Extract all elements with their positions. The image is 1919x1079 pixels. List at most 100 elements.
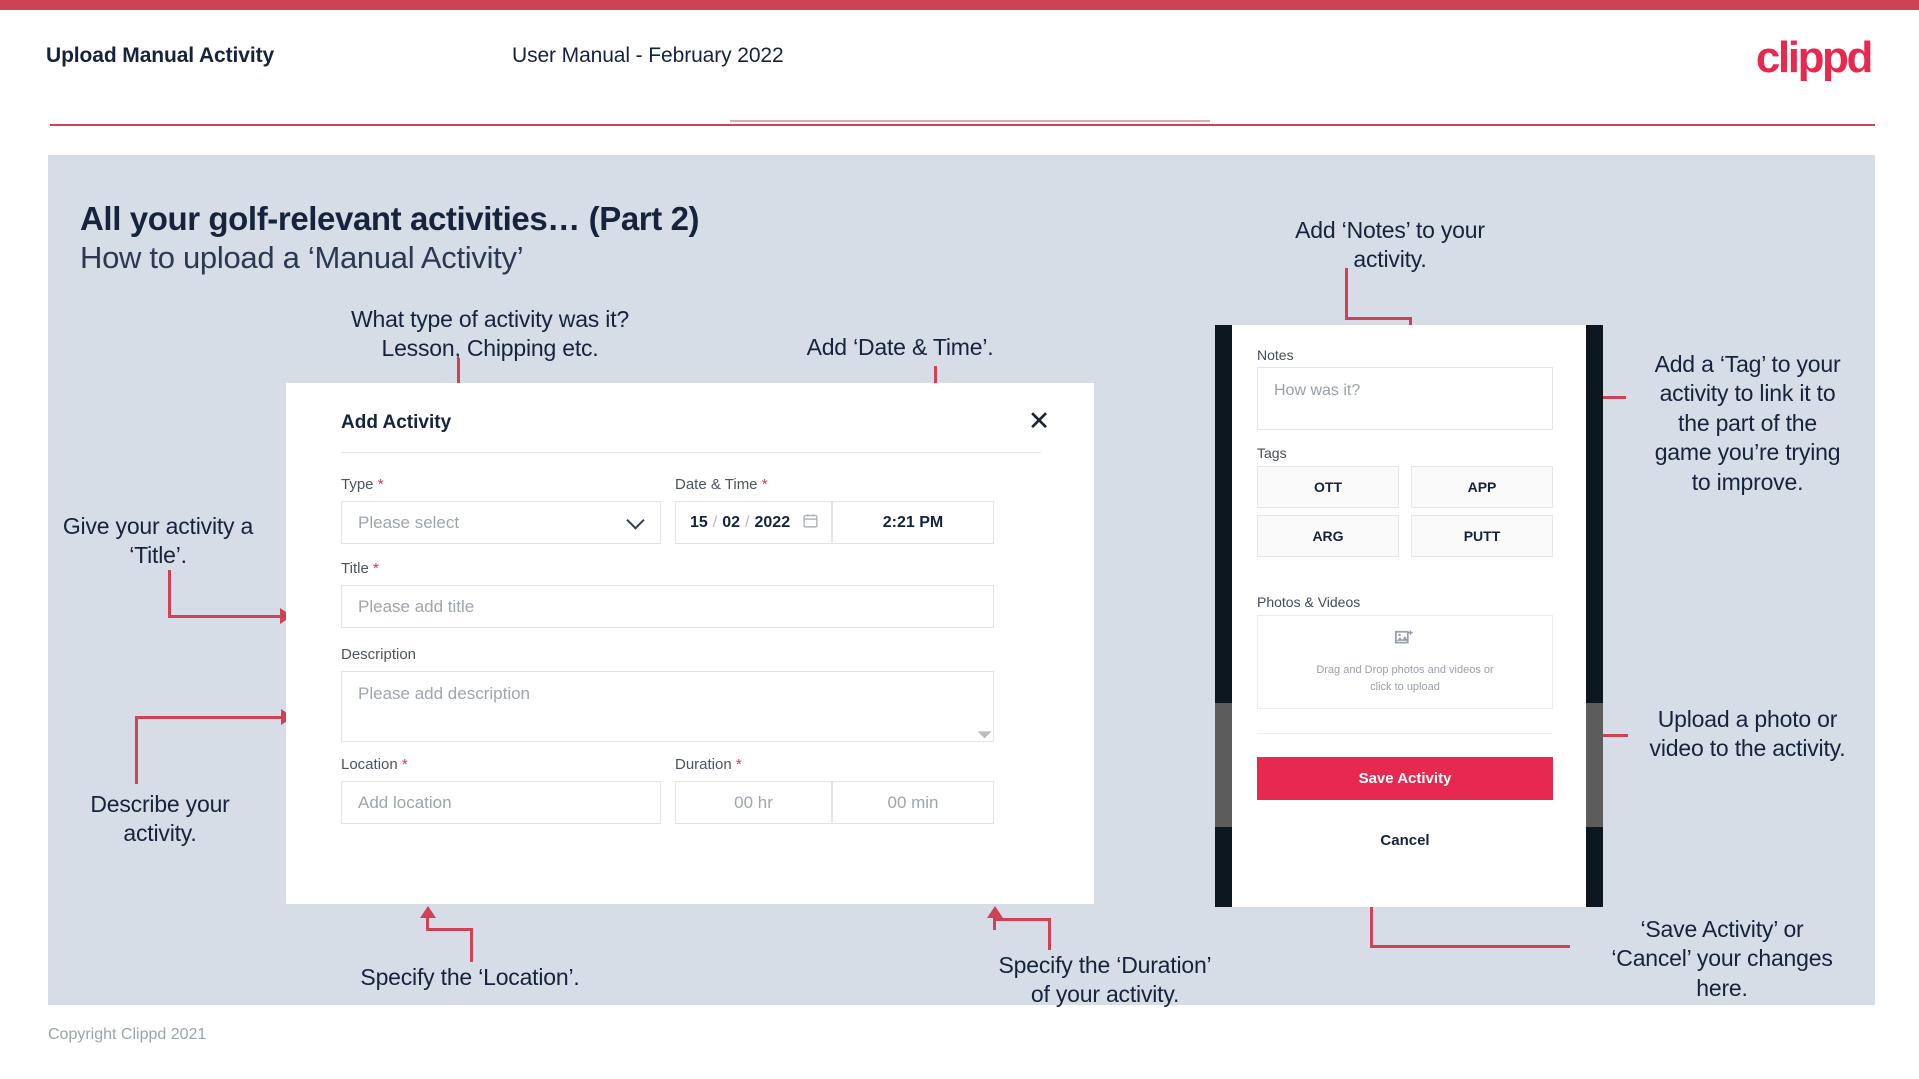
save-activity-label: Save Activity — [1358, 770, 1452, 787]
resize-handle-icon[interactable]: ◢ — [976, 722, 995, 740]
photos-hint-line1: Drag and Drop photos and videos or — [1316, 664, 1494, 677]
title-label: Title * — [341, 560, 379, 577]
description-label: Description — [341, 646, 416, 663]
connector-location-h — [426, 928, 473, 931]
date-input[interactable]: 15 / 02 / 2022 — [675, 501, 832, 544]
photos-dropzone[interactable]: Drag and Drop photos and videos or click… — [1257, 615, 1553, 709]
tag-label-arg: ARG — [1312, 528, 1344, 544]
photos-hint-line2: click to upload — [1370, 680, 1440, 693]
document-subtitle: User Manual - February 2022 — [512, 44, 784, 67]
location-required-mark: * — [401, 756, 408, 773]
type-label: Type * — [341, 476, 384, 493]
slide-heading: All your golf-relevant activities… (Part… — [80, 200, 700, 237]
date-day: 15 — [690, 513, 708, 531]
connector-desc-h — [135, 716, 285, 719]
close-icon[interactable]: ✕ — [1022, 404, 1056, 438]
save-activity-button[interactable]: Save Activity — [1257, 757, 1553, 800]
location-label-text: Location — [341, 756, 398, 773]
notes-placeholder: How was it? — [1274, 382, 1361, 399]
page-title: Upload Manual Activity — [46, 44, 275, 67]
date-sep-2: / — [745, 513, 750, 531]
copyright-text: Copyright Clippd 2021 — [48, 1026, 207, 1043]
clippd-logo: clippd — [1755, 33, 1874, 82]
phone-frame-left-segment — [1215, 703, 1232, 827]
annotation-tags: Add a ‘Tag’ to your activity to link it t… — [1654, 351, 1841, 495]
tag-label-putt: PUTT — [1463, 528, 1501, 544]
type-required-mark: * — [377, 476, 384, 493]
annotation-title: Give your activity a ‘Title’. — [62, 513, 254, 569]
phone-screen: Notes How was it? Tags OTT APP ARG PUTT … — [1232, 325, 1586, 907]
connector-title-v — [168, 570, 171, 617]
slide-page: Upload Manual Activity User Manual - Feb… — [0, 0, 1919, 1079]
top-accent-strip — [0, 0, 1919, 10]
connector-location-arrow — [420, 906, 436, 918]
date-time-label-text: Date & Time — [675, 476, 758, 493]
calendar-icon[interactable] — [802, 512, 819, 534]
notes-label: Notes — [1257, 347, 1294, 363]
annotation-type: What type of activity was it? Lesson, Chi… — [351, 306, 629, 362]
annotation-description: Describe your activity. — [90, 791, 230, 847]
duration-required-mark: * — [735, 756, 742, 773]
phone-frame-left — [1215, 325, 1232, 907]
connector-duration-h — [993, 918, 1051, 921]
annotation-date-time: Add ‘Date & Time’. — [806, 334, 994, 360]
date-sep-1: / — [712, 513, 718, 531]
tags-label: Tags — [1257, 445, 1287, 461]
connector-notes-h — [1345, 317, 1412, 320]
connector-desc-v — [135, 716, 138, 784]
annotation-photos: Upload a photo or video to the activity. — [1649, 706, 1846, 762]
title-label-text: Title — [341, 560, 369, 577]
date-time-required-mark: * — [761, 476, 768, 493]
phone-frame-right — [1586, 325, 1603, 907]
type-label-text: Type — [341, 476, 374, 493]
dialog-divider — [341, 452, 1041, 453]
phone-frame-right-segment — [1586, 703, 1603, 827]
tag-button-arg[interactable]: ARG — [1257, 515, 1399, 557]
description-textarea[interactable]: Please add description ◢ — [341, 671, 994, 742]
photos-label: Photos & Videos — [1257, 594, 1361, 610]
annotation-save-cancel: ‘Save Activity’ or ‘Cancel’ your changes h… — [1611, 916, 1833, 1001]
add-image-icon — [1394, 629, 1416, 655]
connector-location-v1 — [426, 917, 429, 930]
duration-label: Duration * — [675, 756, 742, 773]
duration-hours-input[interactable]: 00 hr — [675, 781, 832, 824]
tag-button-putt[interactable]: PUTT — [1411, 515, 1553, 557]
connector-duration-arrow — [987, 906, 1003, 918]
duration-minutes-value: 00 min — [887, 792, 939, 812]
description-label-text: Description — [341, 646, 417, 663]
connector-save-h — [1370, 945, 1570, 948]
tag-button-app[interactable]: APP — [1411, 466, 1553, 508]
duration-label-text: Duration — [675, 756, 732, 773]
tag-label-app: APP — [1467, 479, 1497, 495]
connector-title-h — [168, 615, 283, 618]
header-divider-light — [730, 120, 1210, 122]
connector-duration-v1 — [993, 917, 996, 930]
title-input[interactable]: Please add title — [341, 585, 994, 628]
header-divider — [50, 124, 1875, 126]
add-activity-dialog: Add Activity ✕ Type * Please select Date… — [286, 383, 1094, 904]
duration-minutes-input[interactable]: 00 min — [832, 781, 994, 824]
type-placeholder: Please select — [358, 512, 460, 532]
title-required-mark: * — [372, 560, 379, 577]
duration-hours-value: 00 hr — [734, 792, 773, 812]
description-placeholder: Please add description — [358, 684, 531, 703]
slide-subheading: How to upload a ‘Manual Activity’ — [80, 240, 524, 275]
location-placeholder: Add location — [358, 792, 452, 812]
type-select[interactable]: Please select — [341, 501, 661, 544]
chevron-down-icon — [626, 510, 645, 530]
cancel-button[interactable]: Cancel — [1257, 820, 1553, 860]
tag-label-ott: OTT — [1314, 479, 1342, 495]
time-value: 2:21 PM — [882, 513, 944, 531]
annotation-location: Specify the ‘Location’. — [360, 964, 580, 990]
date-time-label: Date & Time * — [675, 476, 768, 493]
date-month: 02 — [722, 513, 741, 531]
connector-duration-v2 — [1048, 920, 1051, 950]
dialog-title: Add Activity — [341, 412, 452, 433]
tag-button-ott[interactable]: OTT — [1257, 466, 1399, 508]
location-label: Location * — [341, 756, 408, 773]
annotation-duration: Specify the ‘Duration’ of your activity. — [998, 952, 1212, 1008]
location-input[interactable]: Add location — [341, 781, 661, 824]
notes-textarea[interactable]: How was it? — [1257, 367, 1553, 430]
date-year: 2022 — [754, 513, 791, 531]
time-input[interactable]: 2:21 PM — [832, 501, 994, 544]
